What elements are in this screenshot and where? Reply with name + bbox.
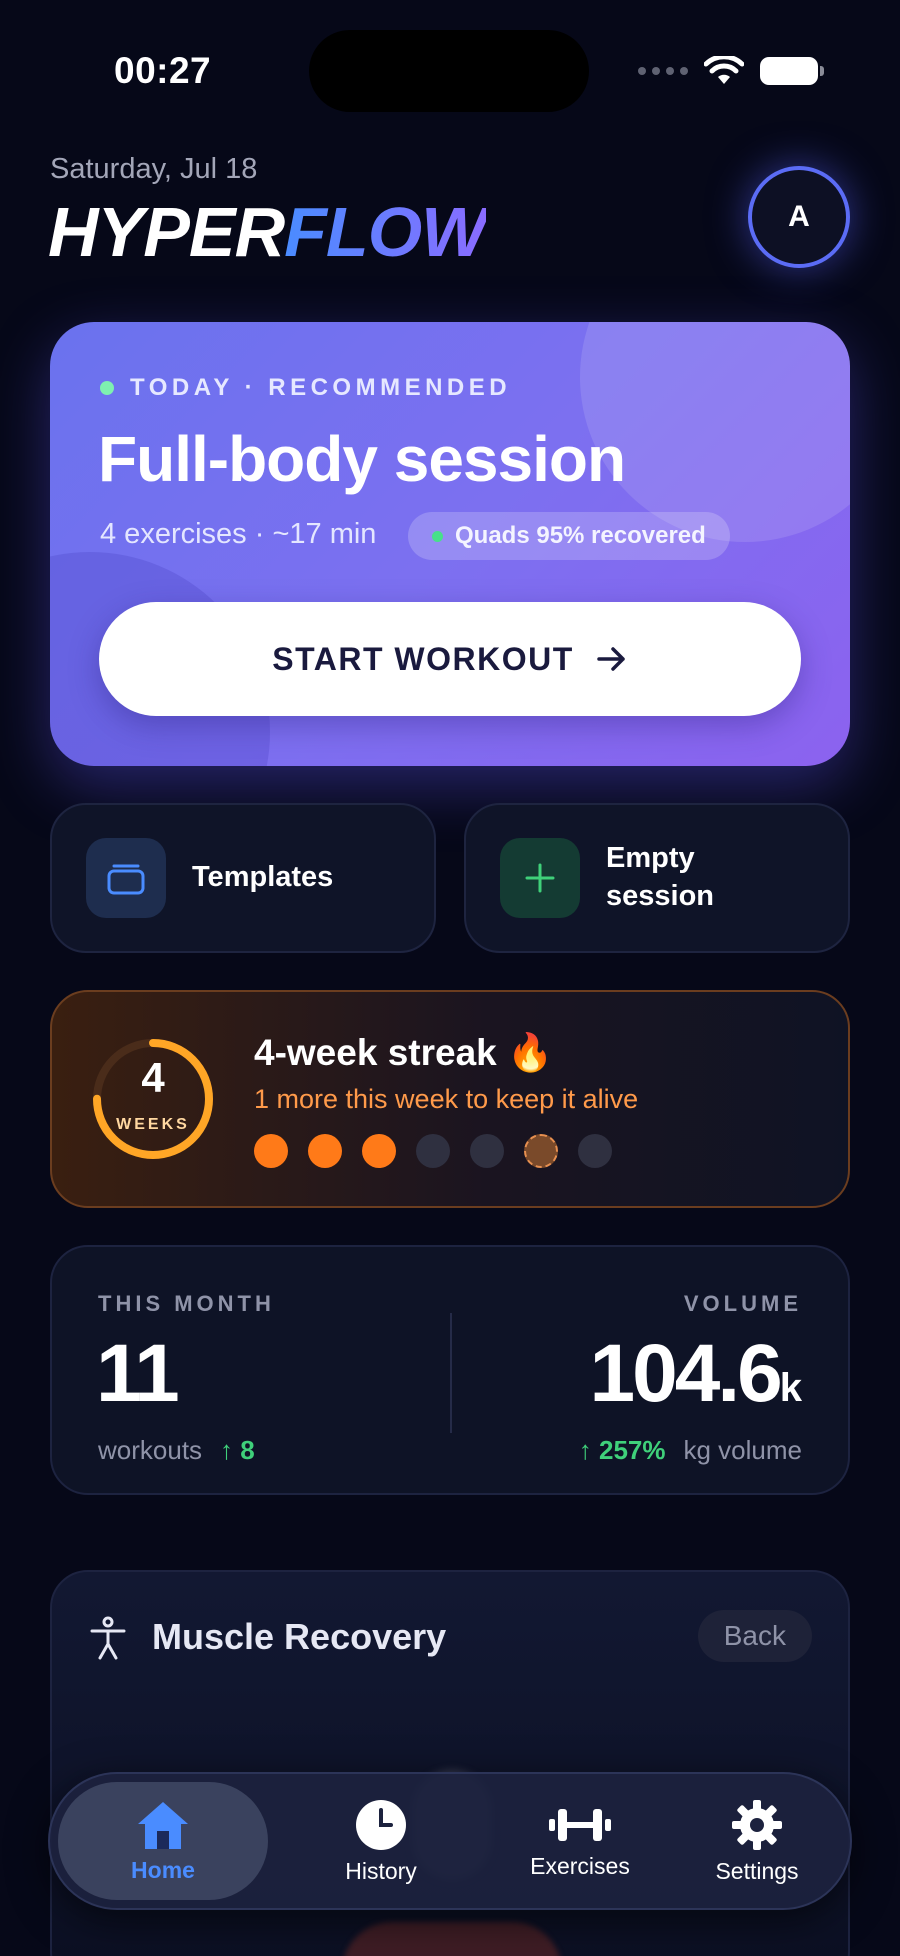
- this-month-label: THIS MONTH: [98, 1291, 275, 1316]
- tab-home-label: Home: [131, 1856, 195, 1883]
- recommended-tag-label: TODAY · RECOMMENDED: [130, 374, 512, 401]
- app-logo: HYPERFLOW: [48, 192, 487, 272]
- tab-settings[interactable]: Settings: [672, 1782, 842, 1900]
- templates-label: Templates: [192, 861, 334, 894]
- logo-part-flow: FLOW: [284, 193, 487, 271]
- home-icon: [138, 1801, 188, 1849]
- muscle-recovery-title: Muscle Recovery: [152, 1616, 447, 1657]
- dumbbell-icon: [549, 1808, 611, 1841]
- divider: [450, 1313, 452, 1433]
- streak-dot: [362, 1134, 396, 1168]
- streak-subtitle: 1 more this week to keep it alive: [254, 1084, 639, 1114]
- templates-icon: [86, 838, 166, 918]
- templates-button[interactable]: Templates: [50, 803, 436, 953]
- workouts-sub: workouts ↑ 8: [98, 1435, 255, 1466]
- wifi-icon: [704, 56, 744, 84]
- status-dot: [100, 381, 114, 395]
- workouts-label: workouts: [98, 1435, 203, 1465]
- tab-exercises-label: Exercises: [530, 1852, 630, 1879]
- start-workout-label: START WORKOUT: [272, 640, 574, 677]
- clock-icon: [356, 1799, 406, 1850]
- body-icon: [90, 1616, 126, 1660]
- volume-sub: ↑ 257% kg volume: [579, 1435, 802, 1466]
- monthly-stats-card: THIS MONTH 11 workouts ↑ 8 VOLUME 104.6k…: [50, 1245, 850, 1495]
- body-figure-torso: [342, 1922, 562, 1956]
- empty-session-button[interactable]: Empty session: [464, 803, 850, 953]
- dynamic-island: [309, 30, 589, 112]
- signal-icon: [638, 67, 688, 75]
- streak-weeks-label: WEEKS: [116, 1116, 190, 1133]
- streak-weeks-value: 4: [141, 1054, 165, 1101]
- tab-bar: Home History Exercises Settings: [48, 1772, 852, 1910]
- volume-label: VOLUME: [683, 1291, 802, 1316]
- tab-settings-label: Settings: [715, 1857, 799, 1884]
- header-date: Saturday, Jul 18: [50, 153, 258, 185]
- back-toggle-button[interactable]: Back: [697, 1610, 812, 1662]
- volume-unit: k: [779, 1366, 802, 1410]
- streak-dot: [470, 1134, 504, 1168]
- volume-number: 104.6: [589, 1328, 783, 1419]
- empty-session-line2: session: [606, 880, 714, 912]
- tab-exercises[interactable]: Exercises: [480, 1782, 680, 1900]
- battery-icon: [760, 57, 824, 85]
- tab-home[interactable]: Home: [58, 1782, 268, 1900]
- plus-icon: [500, 838, 580, 918]
- tab-history-label: History: [345, 1857, 417, 1884]
- recommended-workout-card[interactable]: TODAY · RECOMMENDED Full-body session 4 …: [50, 322, 850, 766]
- volume-delta: ↑ 257%: [578, 1435, 666, 1465]
- streak-dot: [524, 1134, 558, 1168]
- workout-title: Full-body session: [98, 423, 626, 495]
- volume-sub-label: kg volume: [683, 1435, 803, 1465]
- streak-week-dots: [254, 1134, 612, 1168]
- streak-title: 4-week streak 🔥: [254, 1032, 554, 1073]
- recovery-dot: [432, 530, 443, 542]
- streak-dot: [578, 1134, 612, 1168]
- volume-value: 104.6k: [590, 1327, 802, 1421]
- empty-session-line1: Empty: [606, 842, 695, 875]
- recovery-badge-label: Quads 95% recovered: [455, 522, 706, 549]
- recovery-badge: Quads 95% recovered: [408, 512, 730, 560]
- avatar[interactable]: A: [748, 166, 850, 268]
- status-time: 00:27: [114, 50, 212, 91]
- workout-meta: 4 exercises · ~17 min: [100, 518, 377, 550]
- streak-dot: [308, 1134, 342, 1168]
- streak-card[interactable]: 4 WEEKS 4-week streak 🔥 1 more this week…: [50, 990, 850, 1208]
- workouts-delta: ↑ 8: [220, 1435, 255, 1465]
- empty-session-label: Empty session: [606, 840, 714, 915]
- start-workout-button[interactable]: START WORKOUT: [99, 602, 801, 716]
- arrow-right-icon: [597, 647, 625, 671]
- workouts-count: 11: [96, 1328, 180, 1419]
- streak-dot: [416, 1134, 450, 1168]
- streak-dot: [254, 1134, 288, 1168]
- status-icons: [638, 56, 824, 86]
- gear-icon: [732, 1799, 782, 1850]
- tab-history[interactable]: History: [296, 1782, 466, 1900]
- logo-part-hyper: HYPER: [48, 193, 285, 271]
- recommended-tag: TODAY · RECOMMENDED: [100, 374, 511, 402]
